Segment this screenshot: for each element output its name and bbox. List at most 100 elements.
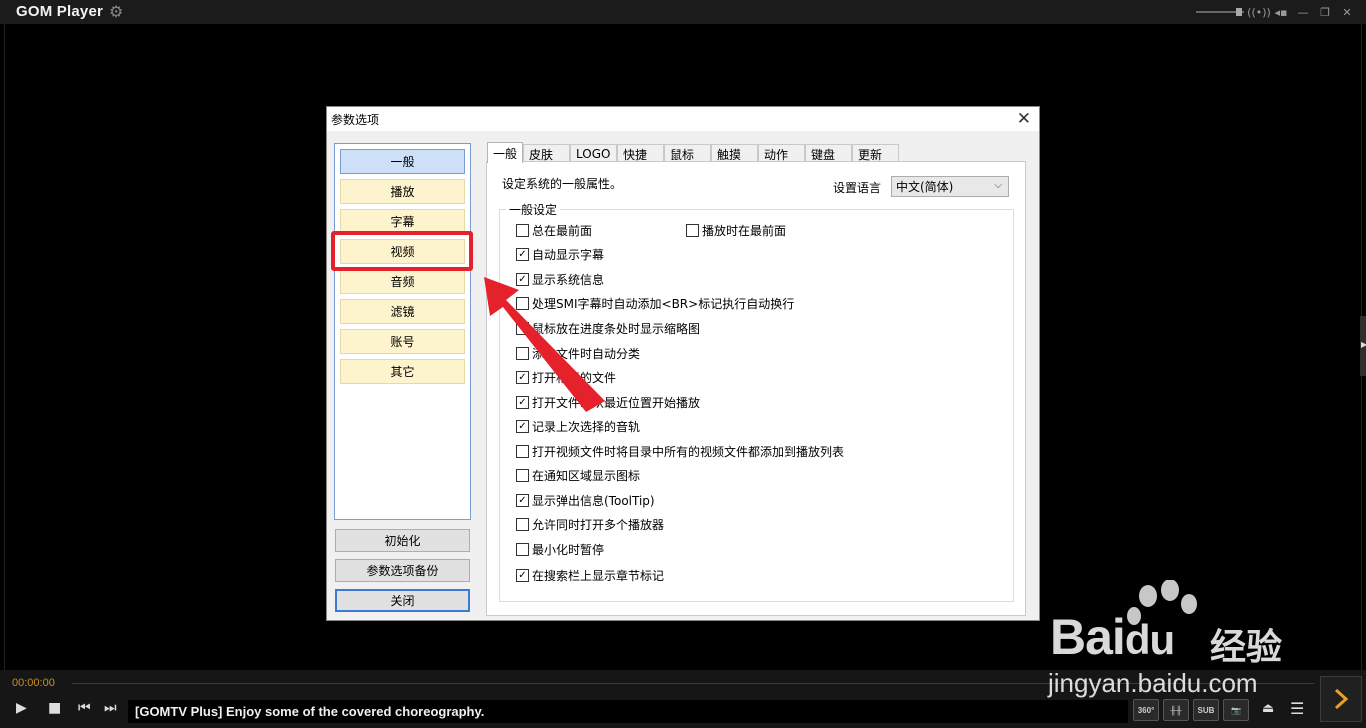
option-label: 显示系统信息 bbox=[532, 273, 605, 287]
stop-icon[interactable]: ■ bbox=[48, 700, 61, 716]
checked-checkbox-icon[interactable]: ✓ bbox=[516, 494, 529, 507]
tab-description: 设定系统的一般属性。 bbox=[502, 177, 623, 191]
unchecked-checkbox-icon[interactable] bbox=[516, 445, 529, 458]
option-label: 打开相似的文件 bbox=[532, 371, 617, 385]
option-checkbox-8[interactable]: ✓ 打开文件时从最近位置开始播放 bbox=[516, 394, 700, 411]
opacity-slider[interactable] bbox=[1196, 8, 1244, 16]
chevron-down-icon: ⌵ bbox=[994, 180, 1002, 191]
category-general[interactable]: 一般 bbox=[340, 149, 465, 174]
play-icon[interactable]: ▶ bbox=[16, 700, 27, 716]
vr-360-button[interactable]: 360° bbox=[1133, 699, 1159, 721]
subtitle-button[interactable]: SUB bbox=[1193, 699, 1219, 721]
category-account[interactable]: 账号 bbox=[340, 329, 465, 354]
unchecked-checkbox-icon[interactable] bbox=[686, 224, 699, 237]
checked-checkbox-icon[interactable]: ✓ bbox=[516, 396, 529, 409]
checked-checkbox-icon[interactable]: ✓ bbox=[516, 420, 529, 433]
tab-strip: 一般 皮肤 LOGO 快捷 鼠标 触摸 动作 键盘 更新 bbox=[487, 142, 900, 163]
general-settings-group: 一般设定 总在最前面 播放时在最前面 ✓ 自动显示字幕 ✓ 显示系统信息 处理SMI字幕时自… bbox=[499, 201, 1014, 602]
unchecked-checkbox-icon[interactable] bbox=[516, 224, 529, 237]
option-label: 添加文件时自动分类 bbox=[532, 347, 641, 361]
baidu-watermark: Baidu 经验 jingyan.baidu.com bbox=[1036, 580, 1336, 700]
gom-player-window: GOM Player ⚙ ((•)) ◂▪ — ❐ ✕ ▶ 参数选项 ✕ 一般 … bbox=[0, 0, 1366, 728]
language-select[interactable]: 中文(简体) ⌵ bbox=[891, 176, 1009, 197]
settings-gear-icon[interactable]: ⚙ bbox=[109, 2, 123, 21]
checked-checkbox-icon[interactable]: ✓ bbox=[516, 273, 529, 286]
close-icon[interactable]: ✕ bbox=[1336, 3, 1358, 21]
option-checkbox-7[interactable]: ✓ 打开相似的文件 bbox=[516, 369, 616, 386]
category-audio[interactable]: 音频 bbox=[340, 269, 465, 294]
tab-general[interactable]: 一般 bbox=[487, 142, 524, 163]
screen-lock-icon[interactable]: ◂▪ bbox=[1270, 3, 1292, 21]
brand-part-2: du bbox=[1124, 616, 1175, 663]
preferences-dialog: 参数选项 ✕ 一般 播放 字幕 视频 音频 滤镜 账号 其它 初始化 参数选项备… bbox=[326, 106, 1040, 621]
equalizer-icon[interactable]: ╫╫ bbox=[1163, 699, 1189, 721]
maximize-icon[interactable]: ❐ bbox=[1314, 3, 1336, 21]
backup-button[interactable]: 参数选项备份 bbox=[335, 559, 470, 582]
baidu-brand: Baidu bbox=[1050, 608, 1175, 666]
option-label: 自动显示字幕 bbox=[532, 248, 605, 262]
unchecked-checkbox-icon[interactable] bbox=[516, 347, 529, 360]
next-icon[interactable]: ⏭ bbox=[104, 700, 117, 716]
category-other[interactable]: 其它 bbox=[340, 359, 465, 384]
reset-button[interactable]: 初始化 bbox=[335, 529, 470, 552]
option-checkbox-4[interactable]: 处理SMI字幕时自动添加<BR>标记执行自动换行 bbox=[516, 295, 794, 312]
playlist-toggle-icon[interactable]: ▶ bbox=[1361, 340, 1366, 349]
close-button[interactable]: 关闭 bbox=[335, 589, 470, 612]
dialog-title: 参数选项 bbox=[331, 113, 380, 127]
option-label: 播放时在最前面 bbox=[702, 224, 787, 238]
option-checkbox-3[interactable]: ✓ 显示系统信息 bbox=[516, 271, 604, 288]
option-label: 鼠标放在进度条处时显示缩略图 bbox=[532, 322, 701, 336]
highlight-box bbox=[331, 231, 473, 271]
dialog-title-bar: 参数选项 ✕ bbox=[327, 107, 1039, 131]
option-checkbox-1[interactable]: 播放时在最前面 bbox=[686, 222, 786, 239]
language-value: 中文(简体) bbox=[896, 180, 954, 194]
unchecked-checkbox-icon[interactable] bbox=[516, 297, 529, 310]
option-checkbox-9[interactable]: ✓ 记录上次选择的音轨 bbox=[516, 418, 640, 435]
option-checkbox-2[interactable]: ✓ 自动显示字幕 bbox=[516, 246, 604, 263]
previous-icon[interactable]: ⏮ bbox=[78, 700, 91, 716]
news-ticker[interactable]: [GOMTV Plus] Enjoy some of the covered c… bbox=[128, 700, 1128, 723]
menu-icon[interactable]: ☰ bbox=[1290, 699, 1304, 718]
unchecked-checkbox-icon[interactable] bbox=[516, 469, 529, 482]
option-checkbox-11[interactable]: 在通知区域显示图标 bbox=[516, 467, 640, 484]
option-label: 处理SMI字幕时自动添加<BR>标记执行自动换行 bbox=[532, 297, 795, 311]
option-checkbox-0[interactable]: 总在最前面 bbox=[516, 222, 592, 239]
title-bar: GOM Player ⚙ ((•)) ◂▪ — ❐ ✕ bbox=[0, 0, 1366, 24]
watermark-url: jingyan.baidu.com bbox=[1048, 668, 1258, 698]
option-label: 打开视频文件时将目录中所有的视频文件都添加到播放列表 bbox=[532, 445, 845, 459]
option-label: 在通知区域显示图标 bbox=[532, 469, 641, 483]
option-checkbox-12[interactable]: ✓ 显示弹出信息(ToolTip) bbox=[516, 492, 655, 509]
minimize-icon[interactable]: — bbox=[1292, 3, 1314, 21]
broadcast-icon[interactable]: ((•)) bbox=[1247, 3, 1271, 21]
option-checkbox-14[interactable]: 最小化时暂停 bbox=[516, 541, 604, 558]
brand-part-1: Bai bbox=[1050, 609, 1126, 665]
option-checkbox-15[interactable]: ✓ 在搜索栏上显示章节标记 bbox=[516, 567, 664, 584]
brand-cn: 经验 bbox=[1210, 627, 1283, 668]
unchecked-checkbox-icon[interactable] bbox=[516, 518, 529, 531]
general-tab-panel: 设定系统的一般属性。 设置语言 中文(简体) ⌵ 一般设定 总在最前面 播放时在最… bbox=[486, 161, 1026, 616]
option-checkbox-13[interactable]: 允许同时打开多个播放器 bbox=[516, 516, 664, 533]
language-label: 设置语言 bbox=[833, 181, 882, 195]
group-title: 一般设定 bbox=[506, 201, 561, 218]
unchecked-checkbox-icon[interactable] bbox=[516, 543, 529, 556]
option-checkbox-5[interactable]: 鼠标放在进度条处时显示缩略图 bbox=[516, 320, 700, 337]
category-filter[interactable]: 滤镜 bbox=[340, 299, 465, 324]
option-checkbox-6[interactable]: 添加文件时自动分类 bbox=[516, 345, 640, 362]
option-label: 显示弹出信息(ToolTip) bbox=[532, 494, 655, 508]
option-label: 记录上次选择的音轨 bbox=[532, 420, 641, 434]
option-checkbox-10[interactable]: 打开视频文件时将目录中所有的视频文件都添加到播放列表 bbox=[516, 443, 844, 460]
option-label: 总在最前面 bbox=[532, 224, 593, 238]
eject-icon[interactable]: ⏏ bbox=[1262, 701, 1274, 716]
category-playback[interactable]: 播放 bbox=[340, 179, 465, 204]
screenshot-icon[interactable]: 📷 bbox=[1223, 699, 1249, 721]
option-label: 最小化时暂停 bbox=[532, 543, 605, 557]
checked-checkbox-icon[interactable]: ✓ bbox=[516, 248, 529, 261]
unchecked-checkbox-icon[interactable] bbox=[516, 322, 529, 335]
category-list: 一般 播放 字幕 视频 音频 滤镜 账号 其它 bbox=[334, 143, 471, 520]
checked-checkbox-icon[interactable]: ✓ bbox=[516, 371, 529, 384]
option-label: 允许同时打开多个播放器 bbox=[532, 518, 665, 532]
dialog-close-icon[interactable]: ✕ bbox=[1017, 109, 1031, 129]
checked-checkbox-icon[interactable]: ✓ bbox=[516, 569, 529, 582]
option-label: 在搜索栏上显示章节标记 bbox=[532, 569, 665, 583]
current-time: 00:00:00 bbox=[12, 677, 55, 689]
